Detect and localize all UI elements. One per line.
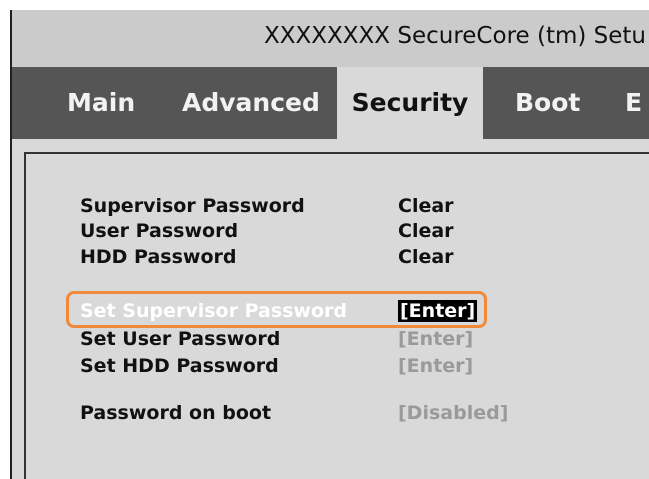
tab-security[interactable]: Security — [337, 67, 483, 139]
hdd-password-label: HDD Password — [80, 246, 237, 268]
set-hdd-password-enter[interactable]: [Enter] — [398, 355, 473, 377]
tab-advanced[interactable]: Advanced — [182, 67, 320, 139]
set-hdd-password-item[interactable]: Set HDD Password — [80, 355, 279, 377]
set-user-password-item[interactable]: Set User Password — [80, 328, 280, 350]
window-title: XXXXXXXX SecureCore (tm) Setu — [264, 23, 647, 49]
tab-exit[interactable]: E — [625, 67, 642, 139]
set-supervisor-password-item[interactable]: Set Supervisor Password — [80, 300, 347, 322]
supervisor-password-label: Supervisor Password — [80, 195, 305, 217]
enter-selected-value[interactable]: [Enter] — [398, 300, 478, 322]
tab-main[interactable]: Main — [67, 67, 135, 139]
supervisor-password-status: Clear — [398, 195, 454, 217]
password-on-boot-value[interactable]: [Disabled] — [398, 402, 508, 424]
bios-setup-screen: XXXXXXXX SecureCore (tm) Setu Main Advan… — [10, 10, 649, 479]
title-bar: XXXXXXXX SecureCore (tm) Setu — [12, 10, 649, 67]
set-supervisor-password-enter[interactable]: [Enter] — [398, 300, 478, 322]
tab-boot[interactable]: Boot — [515, 67, 580, 139]
user-password-status: Clear — [398, 220, 454, 242]
tab-bar: Main Advanced Security Boot E — [12, 67, 649, 139]
user-password-label: User Password — [80, 220, 239, 242]
password-on-boot-item[interactable]: Password on boot — [80, 402, 271, 424]
set-user-password-enter[interactable]: [Enter] — [398, 328, 473, 350]
hdd-password-status: Clear — [398, 246, 454, 268]
